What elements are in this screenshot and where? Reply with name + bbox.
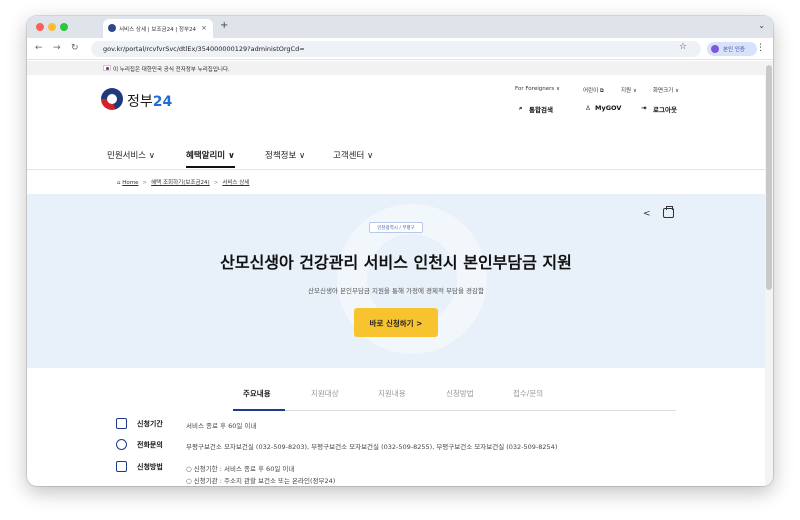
logo-text: 정부 bbox=[127, 94, 153, 110]
tab-apply-method[interactable]: 신청방법 bbox=[446, 388, 474, 399]
browser-menu-icon[interactable]: ⋮ bbox=[756, 43, 765, 53]
info-value-line2: ○ 신청기관 : 주소지 관할 보건소 또는 온라인(정부24) bbox=[186, 477, 336, 485]
region-badge: 인천광역시 / 부평구 bbox=[369, 222, 423, 233]
tab-divider bbox=[233, 410, 676, 411]
nav-benefit-alerts[interactable]: 혜택알리미 ∨ bbox=[186, 149, 235, 168]
breadcrumb-separator: > bbox=[142, 180, 148, 186]
tab-active-indicator bbox=[233, 409, 285, 411]
service-hero: 인천광역시 / 부평구 산모신생아 건강관리 서비스 인천시 본인부담금 지원 … bbox=[27, 194, 765, 368]
official-site-banner: 이 누리집은 대한민국 공식 전자정부 누리집입니다. bbox=[27, 61, 765, 75]
browser-tab-bar: 서비스 상세 | 보조금24 | 정부24 × + ⌄ bbox=[27, 16, 773, 38]
mygov-link[interactable]: MyGOV bbox=[595, 104, 621, 112]
address-bar[interactable]: gov.kr/portal/rcvfvrSvc/dtlEx/3540000001… bbox=[91, 41, 701, 57]
breadcrumb-current[interactable]: 서비스 상세 bbox=[222, 180, 249, 186]
tab-contact[interactable]: 접수/문의 bbox=[513, 388, 543, 399]
nav-customer-center[interactable]: 고객센터 ∨ bbox=[333, 149, 373, 161]
info-label: 전화문의 bbox=[137, 441, 163, 449]
tab-close-icon[interactable]: × bbox=[201, 24, 207, 32]
browser-tab[interactable]: 서비스 상세 | 보조금24 | 정부24 × bbox=[103, 19, 213, 38]
logout-icon[interactable]: ⇥ bbox=[641, 104, 646, 112]
tab-search-chevron-icon[interactable]: ⌄ bbox=[758, 21, 765, 30]
profile-icon bbox=[711, 45, 719, 53]
page-subtitle: 산모신생아 본인부담금 지원을 통해 가정에 경제적 부담을 경감함 bbox=[308, 287, 484, 295]
util-kids[interactable]: 어린이 ⧉ bbox=[583, 86, 604, 95]
forward-arrow-icon[interactable]: → bbox=[53, 43, 61, 53]
new-tab-button[interactable]: + bbox=[220, 20, 228, 31]
logout-link[interactable]: 로그아웃 bbox=[653, 104, 677, 114]
desktop-background: 서비스 상세 | 보조금24 | 정부24 × + ⌄ ← → ↻ gov.kr… bbox=[0, 0, 800, 520]
info-value: ○ 신청기한 : 서비스 종료 후 60일 이내 bbox=[186, 465, 295, 473]
breadcrumb-separator: > bbox=[213, 180, 219, 186]
reload-icon[interactable]: ↻ bbox=[71, 43, 79, 53]
logo-number: 24 bbox=[152, 94, 173, 110]
integrated-search-link[interactable]: 통합검색 bbox=[529, 104, 553, 114]
tab-title: 서비스 상세 | 보조금24 | 정부24 bbox=[119, 27, 197, 33]
bookmark-star-icon[interactable]: ☆ bbox=[679, 42, 687, 52]
util-support[interactable]: 지원 ∨ bbox=[621, 86, 637, 94]
page-title: 산모신생아 건강관리 서비스 인천시 본인부담금 지원 bbox=[220, 253, 572, 272]
banner-text: 이 누리집은 대한민국 공식 전자정부 누리집입니다. bbox=[113, 67, 230, 73]
print-icon[interactable] bbox=[663, 206, 674, 218]
info-label: 신청기간 bbox=[137, 420, 163, 428]
home-icon[interactable]: ⌂ bbox=[117, 180, 121, 186]
breadcrumb: ⌂ Home > 혜택 조회하기(보조금24) > 서비스 상세 bbox=[117, 178, 249, 186]
auth-label: 본인 인증 bbox=[723, 47, 745, 53]
phone-icon bbox=[116, 439, 127, 450]
info-value: 서비스 종료 후 60일 이내 bbox=[186, 422, 257, 430]
korean-flag-icon bbox=[103, 65, 111, 71]
util-for-foreigners[interactable]: For Foreigners ∨ bbox=[515, 86, 560, 92]
breadcrumb-benefits[interactable]: 혜택 조회하기(보조금24) bbox=[151, 180, 210, 186]
site-logo[interactable]: 정부24 bbox=[127, 91, 172, 111]
apply-now-button[interactable]: 바로 신청하기 > bbox=[354, 308, 438, 337]
util-font-size[interactable]: 화면크기 ∨ bbox=[653, 86, 679, 94]
tab-eligibility[interactable]: 지원대상 bbox=[311, 388, 339, 399]
main-navigation: 민원서비스 ∨ 혜택알리미 ∨ 정책정보 ∨ 고객센터 ∨ bbox=[27, 138, 765, 170]
tab-support-content[interactable]: 지원내용 bbox=[378, 388, 406, 399]
info-value: 부평구보건소 모자보건실 (032-509-8203), 부평구보건소 모자보건… bbox=[186, 443, 558, 451]
tab-main-content[interactable]: 주요내용 bbox=[243, 388, 271, 399]
maximize-window-button[interactable] bbox=[60, 23, 68, 31]
close-window-button[interactable] bbox=[36, 23, 44, 31]
calendar-icon bbox=[116, 418, 127, 429]
minimize-window-button[interactable] bbox=[48, 23, 56, 31]
nav-policy-info[interactable]: 정책정보 ∨ bbox=[265, 149, 305, 161]
document-icon bbox=[116, 461, 127, 472]
share-icon[interactable]: < bbox=[643, 209, 651, 219]
user-icon[interactable]: ♙ bbox=[585, 104, 591, 112]
browser-toolbar: ← → ↻ gov.kr/portal/rcvfvrSvc/dtlEx/3540… bbox=[27, 38, 773, 60]
info-label: 신청방법 bbox=[137, 463, 163, 471]
search-icon[interactable]: ⌕ bbox=[519, 104, 523, 113]
scrollbar-thumb[interactable] bbox=[766, 65, 772, 290]
url-text: gov.kr/portal/rcvfvrSvc/dtlEx/3540000001… bbox=[103, 45, 305, 53]
gov24-logo-icon[interactable] bbox=[101, 88, 123, 110]
page-scrollbar[interactable] bbox=[765, 61, 773, 486]
back-arrow-icon[interactable]: ← bbox=[35, 43, 43, 53]
breadcrumb-home[interactable]: Home bbox=[122, 180, 138, 186]
browser-window: 서비스 상세 | 보조금24 | 정부24 × + ⌄ ← → ↻ gov.kr… bbox=[27, 16, 773, 486]
favicon-icon bbox=[108, 24, 116, 32]
identity-auth-button[interactable]: 본인 인증 bbox=[707, 42, 757, 56]
nav-civil-services[interactable]: 민원서비스 ∨ bbox=[107, 149, 155, 161]
